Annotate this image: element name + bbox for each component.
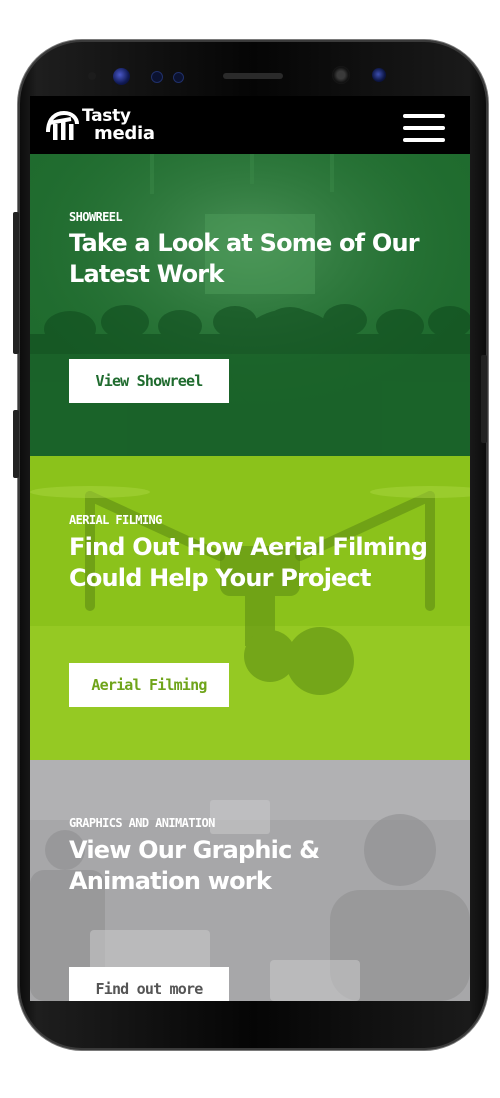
volume-down-button [13,410,19,478]
sensor-icon [173,72,184,83]
brand-line-2: media [94,123,155,144]
showreel-section: SHOWREEL Take a Look at Some of Our Late… [30,154,470,456]
showreel-eyebrow: SHOWREEL [69,210,123,224]
phone-screen: Tasty media SHOWREEL Take a Look at Some… [30,96,470,1001]
drone-photo [30,456,470,760]
aerial-filming-eyebrow: AERIAL FILMING [69,513,162,527]
brand-wordmark[interactable]: Tasty media [82,108,155,144]
aerial-filming-button[interactable]: Aerial Filming [69,663,229,707]
hamburger-menu-icon[interactable] [403,114,445,142]
graphics-animation-headline: View Our Graphic & Animation work [69,836,320,895]
earpiece-speaker [223,73,283,79]
graphics-animation-section: GRAPHICS AND ANIMATION View Our Graphic … [30,760,470,1001]
proximity-sensor-icon [88,72,96,80]
aerial-filming-section: AERIAL FILMING Find Out How Aerial Filmi… [30,456,470,760]
light-sensor-icon [151,71,163,83]
iris-sensor-icon [113,68,130,85]
view-showreel-button[interactable]: View Showreel [69,359,229,403]
volume-up-button [13,212,19,354]
auditorium-photo [30,154,470,456]
tasty-media-logo-icon[interactable] [44,110,80,142]
graphics-animation-eyebrow: GRAPHICS AND ANIMATION [69,816,215,830]
aerial-filming-headline: Find Out How Aerial Filming Could Help Y… [69,533,428,592]
power-button [481,355,487,443]
front-camera-icon [332,66,350,84]
showreel-headline: Take a Look at Some of Our Latest Work [69,229,420,288]
find-out-more-button[interactable]: Find out more [69,967,229,1001]
iris-camera-icon [372,68,386,82]
site-header: Tasty media [30,96,470,154]
